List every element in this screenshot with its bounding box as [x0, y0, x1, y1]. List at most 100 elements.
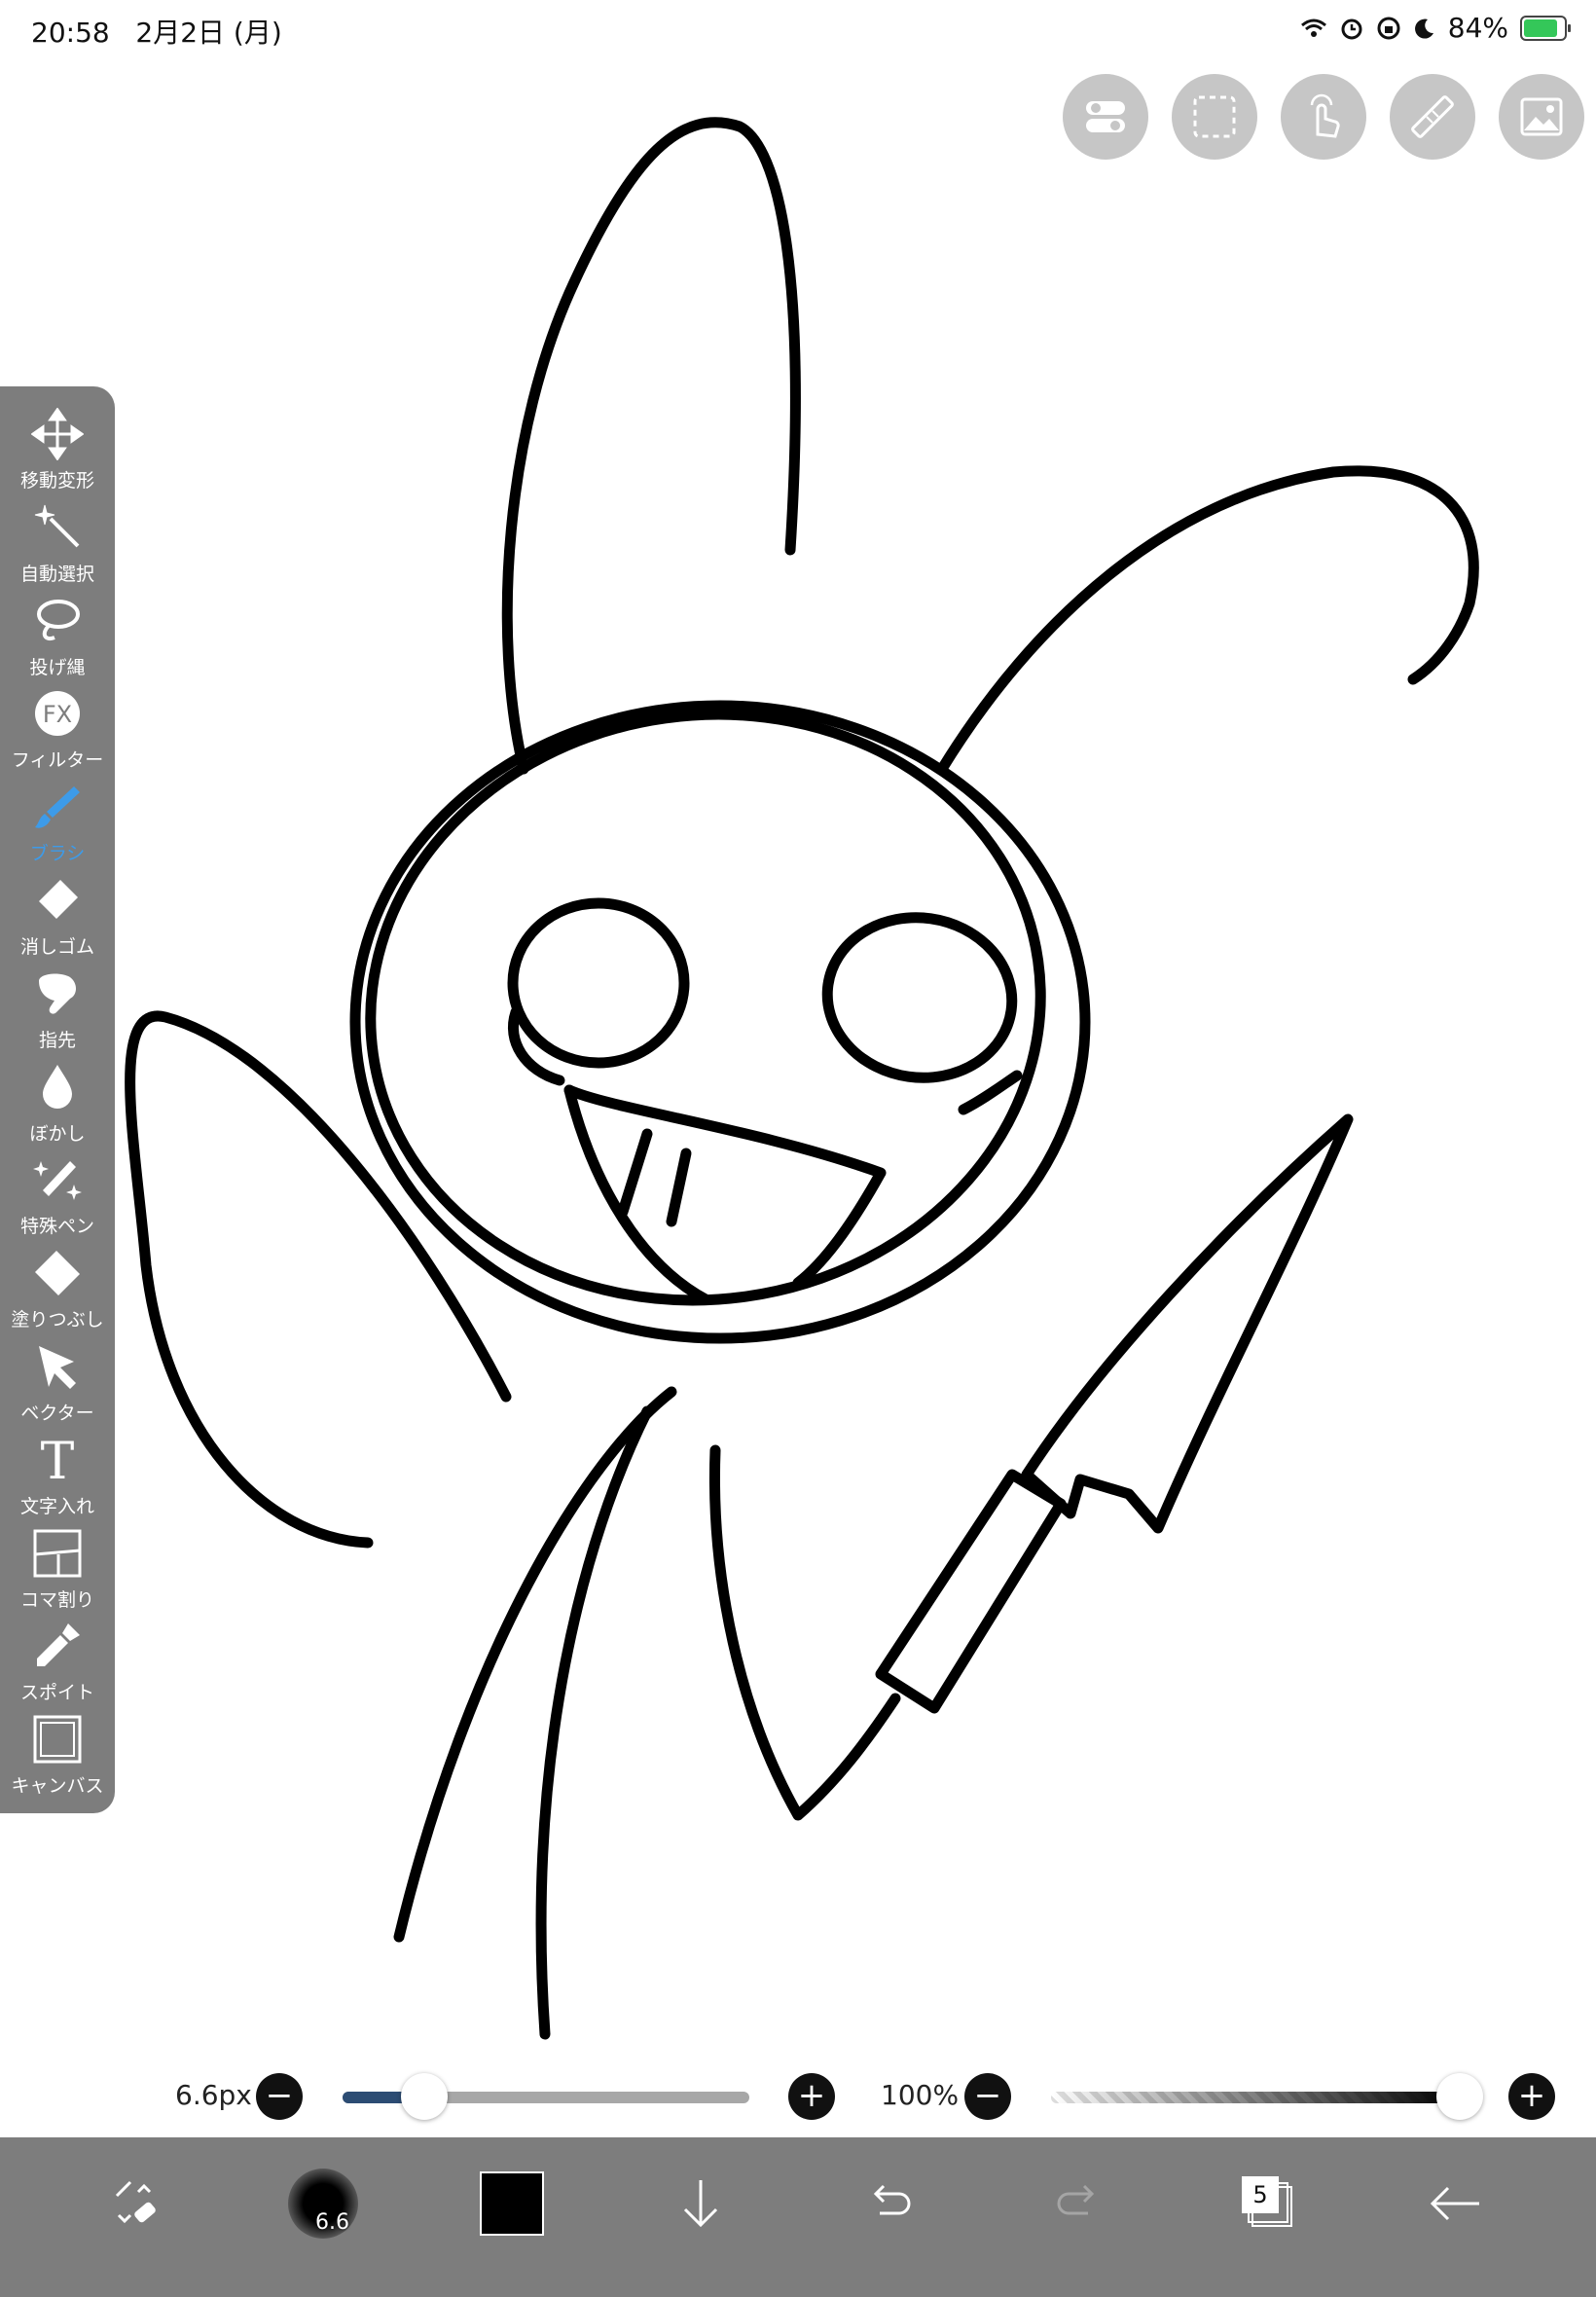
left-cheek-stroke — [507, 1006, 565, 1086]
tool-label: 塗りつぶし — [11, 1309, 104, 1331]
mouth-left-stroke — [563, 1084, 711, 1305]
left-eye-stroke — [507, 897, 690, 1069]
transform-swap-button[interactable] — [95, 2165, 173, 2242]
selection-button[interactable] — [1172, 74, 1257, 160]
undo-button[interactable] — [851, 2165, 928, 2242]
mouth-top-stroke — [563, 1084, 887, 1289]
tool-fill-bucket[interactable]: 塗りつぶし — [0, 1239, 115, 1332]
undo-icon — [873, 2184, 911, 2215]
layers-icon: 5 — [1240, 2176, 1294, 2231]
head-stroke — [349, 700, 1091, 1344]
tool-text[interactable]: T 文字入れ — [0, 1426, 115, 1519]
svg-text:T: T — [41, 1434, 75, 1486]
layer-count: 5 — [1242, 2176, 1279, 2213]
body-left-stroke — [393, 1386, 677, 1943]
color-button[interactable] — [473, 2165, 551, 2242]
tool-sidebar: 移動変形自動選択投げ縄 FX フィルターブラシ消しゴム指先 ぼかし特殊ペン塗りつぶしベ… — [0, 386, 115, 1813]
magic-wand-icon — [31, 493, 84, 558]
tool-vector-cursor[interactable]: ベクター — [0, 1332, 115, 1426]
fill-bucket-icon — [31, 1239, 84, 1303]
toggle-icon — [1086, 101, 1125, 132]
tool-eyedropper[interactable]: スポイト — [0, 1612, 115, 1705]
layers-button[interactable]: 5 — [1228, 2165, 1306, 2242]
tool-label: ベクター — [20, 1403, 94, 1424]
moon-icon — [1414, 18, 1433, 39]
right-ear-stroke — [936, 465, 1479, 775]
tool-eraser[interactable]: 消しゴム — [0, 866, 115, 960]
tool-label: フィルター — [11, 749, 104, 772]
battery-charging-icon — [1520, 15, 1571, 41]
back-button[interactable] — [1417, 2165, 1495, 2242]
tool-label: 文字入れ — [19, 1495, 94, 1517]
brush-preview-button[interactable]: 6.6 — [284, 2165, 362, 2242]
ruler-button[interactable] — [1390, 74, 1475, 160]
lasso-icon — [31, 587, 84, 651]
tool-frame-divider[interactable]: コマ割り — [0, 1519, 115, 1613]
blur-drop-icon — [31, 1053, 84, 1117]
left-arm-stroke — [125, 1010, 512, 1549]
size-plus-button[interactable]: + — [788, 2073, 835, 2120]
ruler-icon — [1411, 95, 1454, 138]
right-cheek-stroke — [958, 1070, 1023, 1115]
tool-magic-wand[interactable]: 自動選択 — [0, 493, 115, 587]
knife-handle-stroke — [875, 1469, 1067, 1714]
status-time: 20:58 2月2日 (月) — [31, 17, 282, 49]
save-button[interactable] — [662, 2165, 740, 2242]
canvas-icon — [31, 1705, 84, 1769]
tool-canvas[interactable]: キャンバス — [0, 1705, 115, 1799]
gesture-button[interactable] — [1281, 74, 1366, 160]
color-swatch-icon — [480, 2171, 544, 2236]
bottom-toolbar: 6.6 5 — [0, 2137, 1596, 2297]
tool-label: 消しゴム — [19, 936, 94, 958]
redo-icon — [1057, 2184, 1095, 2215]
alarm-icon — [1341, 18, 1362, 39]
right-eye-stroke — [821, 912, 1018, 1083]
drawing-canvas[interactable] — [0, 0, 1596, 2132]
opacity-slider-track[interactable] — [1051, 2092, 1460, 2103]
image-icon — [1520, 97, 1563, 136]
fx-icon: FX — [31, 679, 84, 744]
body-right-stroke — [709, 1444, 901, 1821]
top-button-group — [1063, 74, 1584, 160]
redo-button[interactable] — [1039, 2165, 1117, 2242]
tool-label: コマ割り — [19, 1588, 94, 1611]
tool-label: ブラシ — [29, 843, 86, 865]
opacity-minus-button[interactable]: − — [964, 2073, 1011, 2120]
finger-icon — [31, 960, 84, 1024]
tool-move-arrows[interactable]: 移動変形 — [0, 400, 115, 493]
text-icon: T — [31, 1426, 84, 1491]
tooth-stroke-2 — [666, 1148, 692, 1227]
hand-touch-icon — [1310, 93, 1340, 138]
tool-lasso[interactable]: 投げ縄 — [0, 587, 115, 680]
tool-label: 指先 — [38, 1029, 76, 1051]
status-bar: 20:58 2月2日 (月) 84% — [0, 0, 1596, 58]
tool-label: 投げ縄 — [29, 656, 86, 678]
material-button[interactable] — [1499, 74, 1584, 160]
opacity-value: 100% — [881, 2079, 960, 2111]
tool-label: 特殊ペン — [19, 1216, 94, 1238]
opacity-slider-knob[interactable] — [1436, 2073, 1483, 2120]
tool-label: スポイト — [19, 1682, 94, 1704]
opacity-plus-button[interactable]: + — [1508, 2073, 1555, 2120]
left-ear-stroke — [501, 117, 801, 775]
head-stroke-inner — [365, 709, 1046, 1306]
size-minus-button[interactable]: − — [256, 2073, 303, 2120]
tool-brush[interactable]: ブラシ — [0, 773, 115, 866]
dashed-rectangle-icon — [1193, 95, 1236, 138]
tool-label: 自動選択 — [19, 563, 94, 585]
settings-toggle-button[interactable] — [1063, 74, 1148, 160]
brush-icon — [31, 773, 84, 837]
brush-preview-icon: 6.6 — [288, 2169, 358, 2239]
tool-finger[interactable]: 指先 — [0, 960, 115, 1053]
body-left-stroke-2 — [535, 1405, 653, 2040]
brush-preview-label: 6.6 — [315, 2210, 349, 2235]
tool-blur-drop[interactable]: ぼかし — [0, 1053, 115, 1147]
status-date: 2月2日 (月) — [135, 17, 282, 49]
vector-cursor-icon — [31, 1332, 84, 1397]
brush-size-value: 6.6px — [175, 2079, 252, 2111]
size-slider-knob[interactable] — [400, 2073, 448, 2120]
rotation-lock-icon — [1377, 17, 1400, 39]
tool-special-pen[interactable]: 特殊ペン — [0, 1146, 115, 1239]
tool-fx[interactable]: FX フィルター — [0, 679, 115, 773]
wifi-icon — [1300, 18, 1326, 37]
